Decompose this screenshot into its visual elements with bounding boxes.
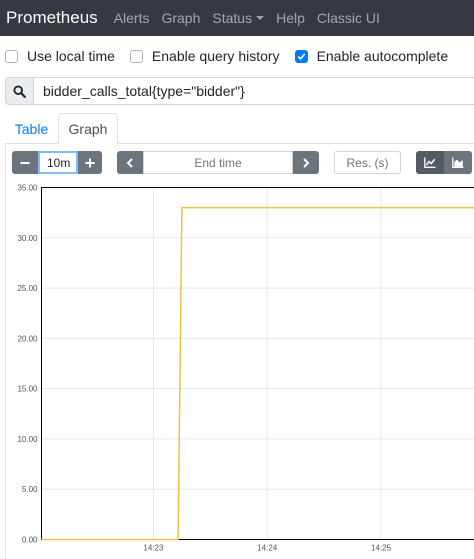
use-local-time-label: Use local time: [27, 48, 115, 64]
previous-time-button[interactable]: [117, 151, 143, 174]
x-tick-label: 14:24: [257, 544, 278, 553]
enable-query-history-option[interactable]: Enable query history: [129, 48, 280, 64]
y-axis-ticks: 0.00 5.00 10.00 15.00 20.00 25.00 30.00 35.00: [17, 184, 38, 545]
use-local-time-option[interactable]: Use local time: [5, 48, 115, 64]
expression-bar: bidder_calls_total{type="bidder"}: [5, 77, 474, 105]
enable-query-history-label: Enable query history: [151, 48, 280, 64]
resolution-input[interactable]: Res. (s): [334, 151, 401, 174]
plus-icon: [85, 158, 95, 167]
range-input-value: 10m: [47, 155, 71, 170]
y-tick-label: 35.00: [17, 184, 38, 193]
next-time-button[interactable]: [293, 151, 319, 174]
end-time-input[interactable]: End time: [143, 151, 293, 174]
y-tick-label: 25.00: [17, 284, 38, 293]
nav-status-label: Status: [212, 10, 253, 26]
brand-logo[interactable]: Prometheus: [6, 8, 98, 28]
area-chart-icon: [452, 157, 464, 168]
range-input[interactable]: 10m: [38, 151, 78, 174]
chevron-left-icon: [126, 157, 133, 168]
nav-classic-ui[interactable]: Classic UI: [317, 10, 380, 26]
navbar: Prometheus Alerts Graph Status Help Clas…: [0, 0, 474, 36]
use-local-time-checkbox[interactable]: [5, 49, 18, 63]
tab-graph[interactable]: Graph: [58, 113, 118, 145]
enable-query-history-checkbox[interactable]: [129, 49, 143, 63]
unstacked-chart-button[interactable]: [416, 151, 444, 174]
grid-lines: [41, 187, 474, 540]
nav-graph[interactable]: Graph: [161, 10, 200, 26]
search-icon: [13, 84, 26, 98]
expression-input[interactable]: bidder_calls_total{type="bidder"}: [34, 77, 474, 105]
increase-range-button[interactable]: [78, 151, 102, 174]
y-tick-label: 15.00: [17, 385, 38, 394]
query-options: Use local time Enable query history Enab…: [0, 45, 474, 67]
y-tick-label: 0.00: [22, 536, 38, 545]
x-tick-label: 14:23: [143, 544, 164, 553]
caret-down-icon: [256, 16, 265, 20]
y-tick-label: 30.00: [17, 234, 38, 243]
nav-status[interactable]: Status: [212, 10, 265, 26]
y-tick-label: 5.00: [22, 485, 38, 494]
enable-autocomplete-label: Enable autocomplete: [316, 48, 449, 64]
chevron-right-icon: [303, 157, 310, 168]
series-lines: [41, 206, 474, 541]
enable-autocomplete-option[interactable]: Enable autocomplete: [294, 48, 449, 64]
series-line: [41, 206, 474, 541]
stacked-chart-button[interactable]: [444, 151, 472, 174]
graph-chart[interactable]: 0.00 5.00 10.00 15.00 20.00 25.00 30.00 35.00 1…: [0, 178, 474, 559]
plot-area: [41, 187, 474, 540]
minus-icon: [20, 161, 30, 164]
check-icon: [297, 52, 305, 60]
x-axis-ticks: 14:23 14:24 14:25: [143, 544, 391, 553]
line-chart-icon: [424, 157, 436, 168]
nav-help[interactable]: Help: [276, 10, 305, 26]
result-tabs: Table Graph: [5, 113, 474, 145]
nav-alerts[interactable]: Alerts: [114, 10, 150, 26]
tab-table[interactable]: Table: [5, 113, 58, 144]
x-tick-label: 14:25: [371, 544, 392, 553]
enable-autocomplete-checkbox[interactable]: [294, 49, 308, 63]
y-tick-label: 10.00: [17, 435, 38, 444]
y-tick-label: 20.00: [17, 334, 38, 343]
search-addon: [5, 77, 34, 105]
decrease-range-button[interactable]: [12, 151, 38, 174]
